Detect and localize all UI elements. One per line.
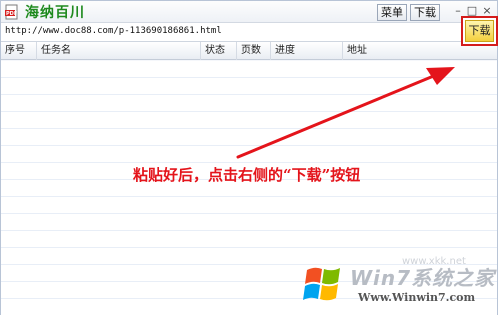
url-text: http://www.doc88.com/p-113690186861.html: [5, 26, 222, 36]
svg-text:PDF: PDF: [6, 11, 17, 17]
url-input[interactable]: http://www.doc88.com/p-113690186861.html: [1, 23, 497, 42]
download-button[interactable]: 下载: [465, 20, 494, 42]
download-menu-button[interactable]: 下载: [410, 4, 440, 21]
column-header-index[interactable]: 序号: [1, 42, 37, 60]
watermark-url: Www.Winwin7.com: [358, 291, 476, 304]
column-header-task-name[interactable]: 任务名: [37, 42, 201, 60]
table-header: 序号 任务名 状态 页数 进度 地址: [1, 42, 497, 60]
column-header-pages[interactable]: 页数: [237, 42, 271, 60]
menu-button[interactable]: 菜单: [377, 4, 407, 21]
download-button-highlight: 下载: [461, 16, 498, 46]
instruction-text: 粘贴好后，点击右侧的“下载”按钮: [133, 166, 361, 184]
watermark-faint-text: www.xkk.net: [402, 256, 466, 267]
column-header-progress[interactable]: 进度: [271, 42, 343, 60]
windows-flag-logo-icon: [303, 267, 340, 301]
app-pdf-icon: PDF: [5, 4, 18, 20]
title-bar: PDF 海纳百川 菜单 下载 – □ ×: [1, 1, 497, 23]
column-header-status[interactable]: 状态: [201, 42, 237, 60]
app-title: 海纳百川: [25, 5, 85, 21]
